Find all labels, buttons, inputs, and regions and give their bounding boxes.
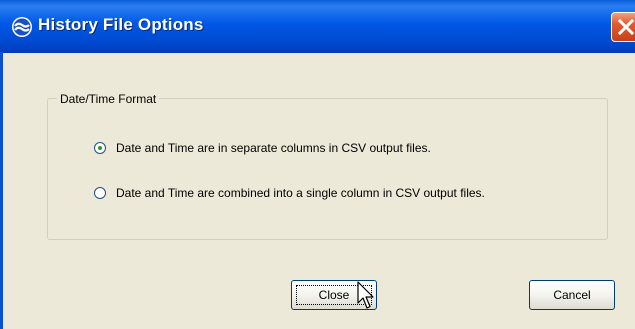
option-label: Date and Time are combined into a single… — [116, 186, 485, 200]
option-separate-columns[interactable]: Date and Time are in separate columns in… — [94, 141, 431, 155]
radio-dot — [98, 146, 102, 150]
radio-button-selected[interactable] — [94, 142, 106, 154]
group-label: Date/Time Format — [57, 92, 160, 106]
history-file-options-dialog: History File Options Date/Time Format Da… — [0, 0, 635, 329]
cancel-button-label: Cancel — [553, 288, 591, 302]
close-icon[interactable] — [611, 12, 635, 42]
globe-icon — [11, 16, 33, 38]
window-title: History File Options — [38, 15, 204, 34]
window-border — [0, 52, 3, 329]
title-bar[interactable]: History File Options — [0, 0, 635, 53]
option-combined-column[interactable]: Date and Time are combined into a single… — [94, 186, 485, 200]
date-time-format-group — [47, 98, 608, 240]
mouse-pointer-icon — [357, 281, 377, 316]
option-label: Date and Time are in separate columns in… — [116, 141, 431, 155]
radio-button[interactable] — [94, 187, 106, 199]
cancel-button[interactable]: Cancel — [529, 280, 615, 310]
